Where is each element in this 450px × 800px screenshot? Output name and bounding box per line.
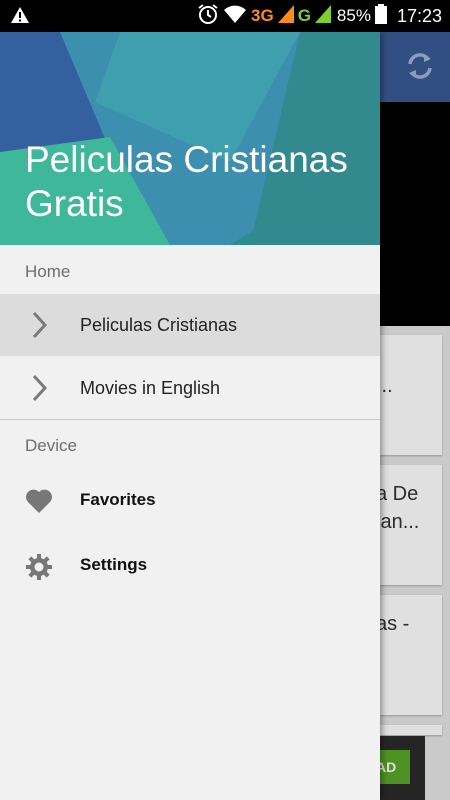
nav-item-favorites[interactable]: Favorites	[0, 472, 380, 532]
gear-icon	[25, 553, 53, 586]
wifi-icon	[223, 4, 247, 29]
heart-icon	[25, 488, 53, 519]
clock: 17:23	[396, 5, 442, 26]
drawer-scrim[interactable]	[380, 32, 450, 800]
nav-item-settings[interactable]: Settings	[0, 537, 380, 597]
network-3g-label: 3G	[251, 6, 274, 25]
chevron-right-icon	[30, 373, 50, 408]
signal-icon	[314, 4, 331, 28]
chevron-right-icon	[30, 310, 50, 345]
section-label-home: Home	[25, 262, 71, 281]
nav-item-movies-in-english[interactable]: Movies in English	[0, 357, 380, 419]
battery-percent: 85%	[336, 6, 371, 25]
nav-item-label: Peliculas Cristianas	[80, 314, 238, 335]
battery-icon	[374, 3, 387, 29]
navigation-drawer: Peliculas Cristianas Gratis Home Pelicul…	[0, 32, 380, 800]
divider	[0, 419, 380, 420]
network-g-label: G	[297, 6, 311, 25]
nav-item-label: Settings	[80, 555, 148, 574]
status-bar: 3G G 85% 17:23	[0, 0, 450, 32]
nav-item-peliculas-cristianas[interactable]: Peliculas Cristianas	[0, 294, 380, 356]
nav-item-label: Favorites	[80, 490, 156, 509]
drawer-title: Peliculas Cristianas Gratis	[25, 139, 348, 224]
signal-icon	[277, 4, 294, 28]
drawer-header: Peliculas Cristianas Gratis	[0, 32, 380, 245]
nav-item-label: Movies in English	[80, 377, 221, 398]
section-label-device: Device	[25, 436, 77, 455]
warning-icon	[10, 6, 30, 29]
alarm-icon	[197, 3, 219, 30]
